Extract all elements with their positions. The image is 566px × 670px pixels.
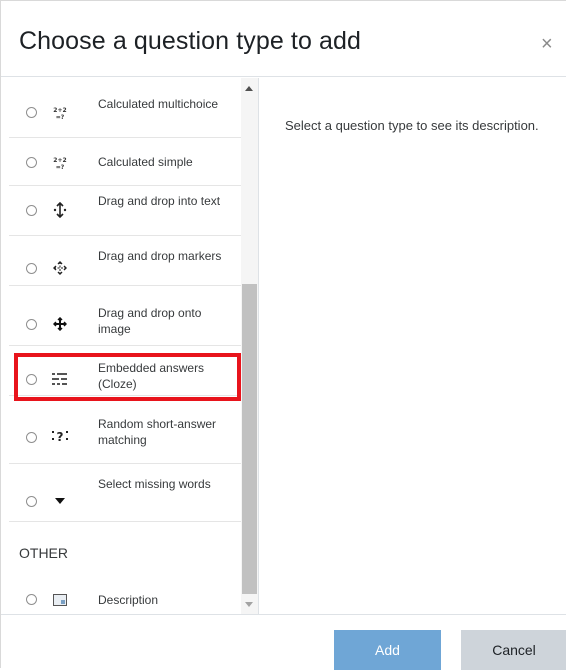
calculated-simple-icon: 2+2 =? <box>51 156 69 170</box>
dialog-footer: Add Cancel <box>1 614 566 670</box>
section-heading-other: OTHER <box>19 545 68 561</box>
radio-button[interactable] <box>26 374 37 385</box>
radio-button[interactable] <box>26 496 37 507</box>
option-label: Random short-answer matching <box>98 417 217 447</box>
svg-text:=?: =? <box>56 164 65 170</box>
option-drag-drop-markers[interactable]: Drag and drop markers <box>9 236 241 286</box>
option-label: Drag and drop markers <box>98 249 222 263</box>
scroll-down-icon[interactable] <box>245 602 253 607</box>
type-description: Select a question type to see its descri… <box>285 118 539 133</box>
scroll-up-icon[interactable] <box>245 86 253 91</box>
radio-button[interactable] <box>26 432 37 443</box>
select-missing-words-icon <box>51 494 69 508</box>
svg-text:?: ? <box>57 430 64 443</box>
option-select-missing-words[interactable]: Select missing words <box>9 464 241 522</box>
calculated-multichoice-icon: 2+2 =? <box>51 106 69 120</box>
question-type-list: 2+2 =? Calculated multichoice 2+2 =? Calcu… <box>9 78 259 614</box>
random-match-icon: ? <box>51 429 69 443</box>
drag-drop-text-icon <box>51 202 69 218</box>
drag-drop-image-icon <box>51 317 69 331</box>
option-embedded-answers-cloze[interactable]: Embedded answers (Cloze) <box>9 346 241 396</box>
dialog-title: Choose a question type to add <box>19 27 362 55</box>
radio-button[interactable] <box>26 157 37 168</box>
scrollbar-thumb[interactable] <box>242 284 257 594</box>
close-icon[interactable]: × <box>541 34 553 54</box>
option-random-short-answer-matching[interactable]: ? Random short-answer matching <box>9 396 241 464</box>
description-panel: Select a question type to see its descri… <box>259 78 566 614</box>
radio-button[interactable] <box>26 107 37 118</box>
option-label: Drag and drop onto image <box>98 306 202 336</box>
add-button[interactable]: Add <box>334 630 441 670</box>
drag-drop-markers-icon <box>51 261 69 275</box>
option-drag-drop-image[interactable]: Drag and drop onto image <box>9 286 241 346</box>
dialog-header: Choose a question type to add × <box>1 1 566 77</box>
option-description[interactable]: Description <box>9 578 241 614</box>
option-label: Drag and drop into text <box>98 194 221 208</box>
description-icon <box>51 593 69 607</box>
radio-button[interactable] <box>26 594 37 605</box>
option-calculated-multichoice[interactable]: 2+2 =? Calculated multichoice <box>9 80 241 138</box>
cloze-icon <box>51 372 69 386</box>
cancel-button[interactable]: Cancel <box>461 630 566 670</box>
option-label: Calculated multichoice <box>98 97 219 111</box>
svg-text:2+2: 2+2 <box>53 157 66 164</box>
svg-text:=?: =? <box>56 114 65 120</box>
option-label: Embedded answers (Cloze) <box>98 361 205 391</box>
option-label: Calculated simple <box>98 155 193 169</box>
option-label: Description <box>98 593 159 607</box>
option-calculated-simple[interactable]: 2+2 =? Calculated simple <box>9 138 241 186</box>
svg-text:2+2: 2+2 <box>53 107 66 114</box>
radio-button[interactable] <box>26 263 37 274</box>
radio-button[interactable] <box>26 205 37 216</box>
radio-button[interactable] <box>26 319 37 330</box>
option-label: Select missing words <box>98 477 211 491</box>
option-drag-drop-text[interactable]: Drag and drop into text <box>9 186 241 236</box>
question-type-dialog: Choose a question type to add × 2+2 =? Ca… <box>0 0 566 670</box>
